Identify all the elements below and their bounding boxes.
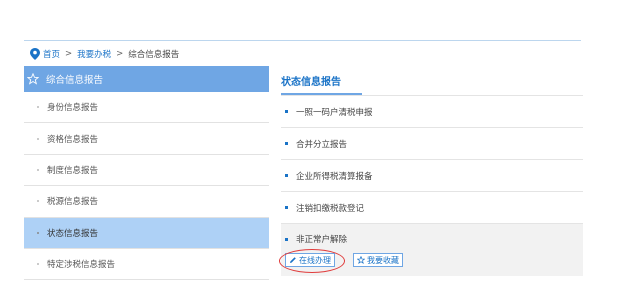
sidebar-item-label: 税源信息报告	[47, 197, 99, 208]
bullet-dot	[37, 106, 39, 109]
sidebar-title: 综合信息报告	[46, 75, 104, 86]
breadcrumb-separator: >	[65, 49, 73, 59]
content-panel: 状态信息报告 一照一码户清税申报 合并分立报告 企业所得税清算报备 注销扣缴税款…	[273, 66, 583, 281]
list-item[interactable]: 合并分立报告	[281, 128, 583, 160]
list-item-label: 一照一码户清税申报	[296, 107, 373, 118]
bullet-square	[285, 142, 288, 145]
sidebar-item-label: 身份信息报告	[47, 103, 99, 114]
list-item-expanded[interactable]: 非正常户解除 在线办理 我要收藏	[279, 224, 583, 276]
sidebar-item-label: 特定涉税信息报告	[47, 260, 116, 271]
sidebar-item-system[interactable]: 制度信息报告	[24, 155, 269, 187]
list-item[interactable]: 一照一码户清税申报	[281, 96, 583, 128]
top-divider	[24, 40, 581, 41]
sidebar-item-qualification[interactable]: 资格信息报告	[24, 123, 269, 155]
breadcrumb-home-link[interactable]: 首页	[43, 48, 60, 60]
favorite-label: 我要收藏	[367, 255, 399, 265]
sidebar-header: 综合信息报告	[24, 66, 269, 92]
bullet-square	[285, 237, 288, 241]
list-item-label: 注销扣缴税款登记	[296, 203, 365, 214]
bullet-dot	[37, 231, 39, 234]
bullet-square	[285, 110, 288, 113]
highlight-circle	[279, 249, 345, 273]
bullet-dot	[37, 200, 39, 203]
list-item[interactable]: 企业所得税清算报备	[281, 160, 583, 192]
sidebar-item-tax-source[interactable]: 税源信息报告	[24, 186, 269, 218]
bullet-square	[285, 206, 288, 209]
breadcrumb: 首页 > 我要办税 > 综合信息报告	[30, 46, 179, 62]
star-icon	[357, 256, 365, 264]
sidebar-item-status[interactable]: 状态信息报告	[24, 217, 269, 249]
sidebar-item-identity[interactable]: 身份信息报告	[24, 92, 269, 124]
bullet-dot	[37, 137, 39, 140]
bullet-dot	[37, 263, 39, 266]
list-item-label: 合并分立报告	[296, 139, 348, 150]
sidebar-item-specific-tax[interactable]: 特定涉税信息报告	[24, 249, 269, 281]
sidebar-item-label: 状态信息报告	[47, 228, 99, 239]
list-item-label: 企业所得税清算报备	[296, 171, 373, 182]
breadcrumb-separator: >	[116, 49, 124, 59]
sidebar-item-label: 资格信息报告	[47, 134, 99, 145]
list-item-label: 非正常户解除	[296, 235, 348, 245]
star-outline-icon	[27, 73, 39, 85]
list-item[interactable]: 注销扣缴税款登记	[281, 192, 583, 224]
tab-status-report[interactable]: 状态信息报告	[281, 68, 341, 92]
location-pin-icon	[30, 48, 40, 60]
sidebar-item-label: 制度信息报告	[47, 165, 99, 176]
sidebar: 综合信息报告 身份信息报告 资格信息报告 制度信息报告 税源信息报告 状态信息报…	[24, 66, 269, 281]
favorite-button[interactable]: 我要收藏	[353, 253, 403, 267]
service-list: 一照一码户清税申报 合并分立报告 企业所得税清算报备 注销扣缴税款登记 非正常户…	[279, 96, 583, 276]
bullet-dot	[37, 168, 39, 171]
breadcrumb-tax-link[interactable]: 我要办税	[77, 48, 111, 60]
breadcrumb-current: 综合信息报告	[128, 50, 180, 60]
item-actions: 在线办理 我要收藏	[279, 249, 421, 273]
bullet-square	[285, 174, 288, 177]
